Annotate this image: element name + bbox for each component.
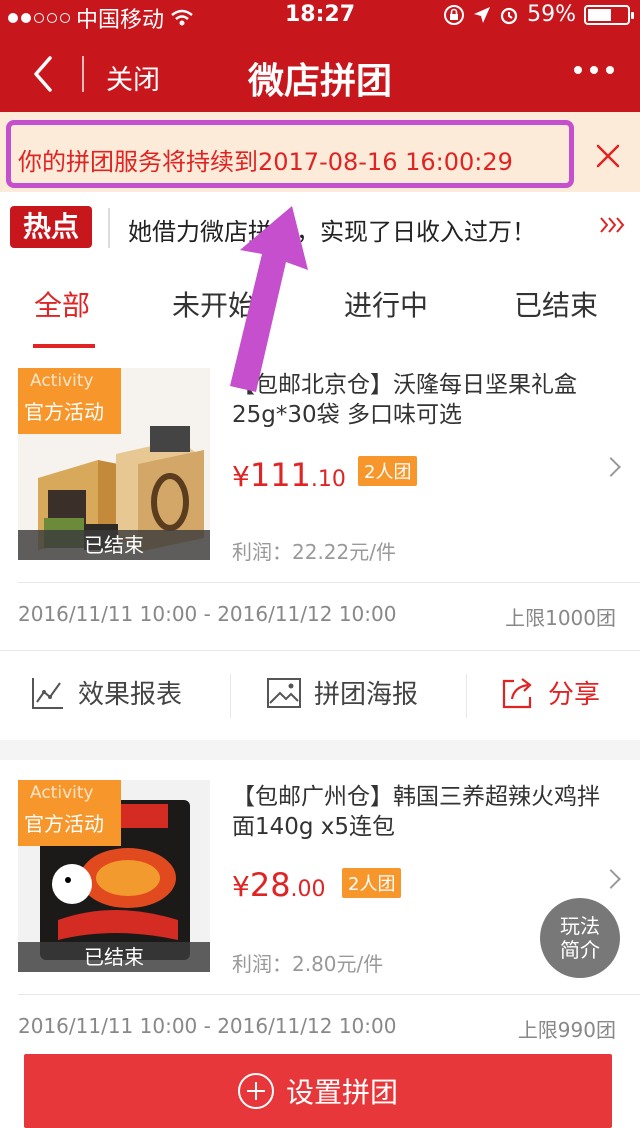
share-icon	[502, 677, 532, 708]
how-to-play-button[interactable]: 玩法 简介	[540, 898, 620, 978]
alarm-icon	[500, 7, 518, 24]
poster-button[interactable]: 拼团海报	[266, 674, 418, 711]
product-card: Activity 官方活动 已结束 【包邮北京仓】沃隆每日坚果礼盒25g*30袋…	[0, 350, 640, 740]
tab-not-started[interactable]: 未开始	[172, 284, 256, 324]
report-label: 效果报表	[78, 680, 183, 710]
set-group-buy-button[interactable]: 设置拼团	[24, 1054, 612, 1128]
ended-status-overlay: 已结束	[18, 942, 210, 972]
action-divider	[230, 674, 231, 718]
image-icon	[267, 677, 301, 708]
tab-ended[interactable]: 已结束	[514, 284, 598, 324]
product-title[interactable]: 【包邮广州仓】韩国三养超辣火鸡拌面140g x5连包	[232, 782, 612, 842]
nav-bar: 关闭 微店拼团	[0, 36, 640, 112]
how-to-play-line2: 简介	[560, 938, 600, 962]
line-chart-icon	[32, 677, 63, 709]
share-button[interactable]: 分享	[500, 674, 600, 711]
expiry-notice-banner: 你的拼团服务将持续到2017-08-16 16:00:29	[0, 112, 640, 192]
group-size-badge: 2人团	[358, 456, 418, 486]
page-title: 微店拼团	[247, 61, 392, 102]
close-icon[interactable]	[594, 142, 622, 170]
action-divider	[466, 674, 467, 718]
product-price: ¥111.10	[232, 456, 346, 494]
divider	[0, 650, 640, 651]
ended-status-overlay: 已结束	[18, 530, 210, 560]
poster-label: 拼团海报	[314, 680, 419, 710]
product-price: ¥28.00	[232, 866, 326, 904]
triple-chevron-icon	[600, 217, 625, 233]
activity-tag: Activity 官方活动	[18, 368, 121, 434]
tab-in-progress[interactable]: 进行中	[344, 284, 428, 324]
divider	[18, 994, 640, 995]
close-button[interactable]: 关闭	[106, 58, 160, 97]
activity-tag-en: Activity	[30, 783, 94, 803]
action-row: 效果报表 拼团海报 分享	[0, 652, 640, 740]
date-range: 2016/11/11 10:00 - 2016/11/12 10:00	[18, 1014, 397, 1038]
product-image[interactable]: Activity 官方活动 已结束	[18, 780, 210, 972]
profit-text: 利润：2.80元/件	[232, 952, 384, 976]
chevron-right-icon[interactable]	[601, 457, 621, 477]
status-bar: 中国移动 18:27 59%	[0, 0, 640, 33]
product-title[interactable]: 【包邮北京仓】沃隆每日坚果礼盒25g*30袋 多口味可选	[232, 370, 612, 430]
how-to-play-line1: 玩法	[560, 914, 600, 938]
activity-tag-en: Activity	[30, 371, 94, 391]
group-limit: 上限990团	[517, 1018, 616, 1042]
more-menu-icon[interactable]	[574, 66, 614, 74]
group-limit: 上限1000团	[505, 606, 616, 630]
hot-news-bar[interactable]: 热点 她借力微店拼团，实现了日收入过万！	[0, 192, 640, 264]
top-bar: 中国移动 18:27 59% 关闭 微店拼团	[0, 0, 640, 112]
set-group-buy-label: 设置拼团	[285, 1076, 398, 1109]
date-range: 2016/11/11 10:00 - 2016/11/12 10:00	[18, 602, 397, 626]
product-card: Activity 官方活动 已结束 【包邮广州仓】韩国三养超辣火鸡拌面140g …	[0, 760, 640, 1042]
hot-badge: 热点	[10, 206, 92, 248]
hot-news-text[interactable]: 她借力微店拼团，实现了日收入过万！	[128, 212, 536, 247]
chevron-right-icon[interactable]	[601, 869, 621, 889]
bottom-bar: 设置拼团	[0, 1040, 640, 1128]
product-image[interactable]: Activity 官方活动 已结束	[18, 368, 210, 560]
profit-text: 利润：22.22元/件	[232, 540, 396, 564]
activity-tag-cn: 官方活动	[24, 400, 104, 424]
tab-all[interactable]: 全部	[34, 284, 90, 324]
activity-tag-cn: 官方活动	[24, 812, 104, 836]
nav-divider	[82, 56, 84, 92]
back-arrow-icon[interactable]	[26, 54, 62, 94]
rotation-lock-icon	[444, 4, 465, 25]
plus-circle-icon	[237, 1073, 274, 1109]
battery-icon	[584, 4, 634, 25]
active-tab-indicator	[33, 344, 95, 348]
divider	[18, 582, 640, 583]
filter-tabs: 全部 未开始 进行中 已结束	[0, 264, 640, 351]
expiry-notice-text: 你的拼团服务将持续到2017-08-16 16:00:29	[18, 148, 513, 176]
group-size-badge: 2人团	[342, 868, 402, 898]
report-button[interactable]: 效果报表	[30, 674, 182, 711]
battery-percent: 59%	[527, 2, 576, 27]
hot-divider	[108, 208, 110, 248]
activity-tag: Activity 官方活动	[18, 780, 121, 846]
share-label: 分享	[548, 680, 601, 710]
location-icon	[474, 6, 491, 23]
